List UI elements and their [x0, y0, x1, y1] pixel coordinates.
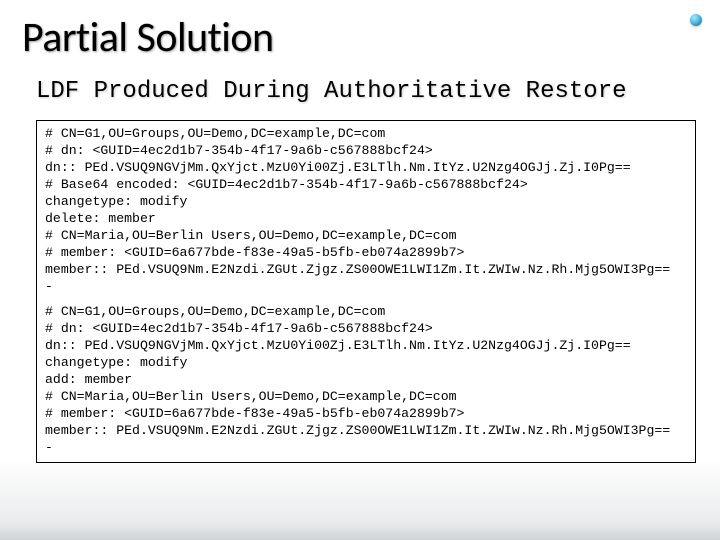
code-line: -: [45, 439, 687, 456]
slide: Partial Solution LDF Produced During Aut…: [0, 0, 720, 540]
code-line: changetype: modify: [45, 354, 687, 371]
code-line: # dn: <GUID=4ec2d1b7-354b-4f17-9a6b-c567…: [45, 320, 687, 337]
code-line: # member: <GUID=6a677bde-f83e-49a5-b5fb-…: [45, 244, 687, 261]
corner-ornament-icon: [690, 14, 702, 26]
code-line: # Base64 encoded: <GUID=4ec2d1b7-354b-4f…: [45, 176, 687, 193]
slide-subtitle: LDF Produced During Authoritative Restor…: [36, 78, 627, 105]
code-line: # member: <GUID=6a677bde-f83e-49a5-b5fb-…: [45, 405, 687, 422]
code-line: # CN=Maria,OU=Berlin Users,OU=Demo,DC=ex…: [45, 227, 687, 244]
code-line: dn:: PEd.VSUQ9NGVjMm.QxYjct.MzU0Yi00Zj.E…: [45, 159, 687, 176]
code-line: # CN=G1,OU=Groups,OU=Demo,DC=example,DC=…: [45, 125, 687, 142]
code-line: dn:: PEd.VSUQ9NGVjMm.QxYjct.MzU0Yi00Zj.E…: [45, 337, 687, 354]
code-line: # CN=Maria,OU=Berlin Users,OU=Demo,DC=ex…: [45, 388, 687, 405]
code-line: # dn: <GUID=4ec2d1b7-354b-4f17-9a6b-c567…: [45, 142, 687, 159]
code-line: -: [45, 278, 687, 295]
ldf-code-box: # CN=G1,OU=Groups,OU=Demo,DC=example,DC=…: [36, 120, 696, 463]
code-line: add: member: [45, 371, 687, 388]
slide-title: Partial Solution: [22, 12, 274, 63]
code-line: # CN=G1,OU=Groups,OU=Demo,DC=example,DC=…: [45, 303, 687, 320]
code-line: changetype: modify: [45, 193, 687, 210]
block-separator: [45, 295, 687, 303]
code-line: delete: member: [45, 210, 687, 227]
code-line: member:: PEd.VSUQ9Nm.E2Nzdi.ZGUt.Zjgz.ZS…: [45, 261, 687, 278]
code-line: member:: PEd.VSUQ9Nm.E2Nzdi.ZGUt.Zjgz.ZS…: [45, 422, 687, 439]
